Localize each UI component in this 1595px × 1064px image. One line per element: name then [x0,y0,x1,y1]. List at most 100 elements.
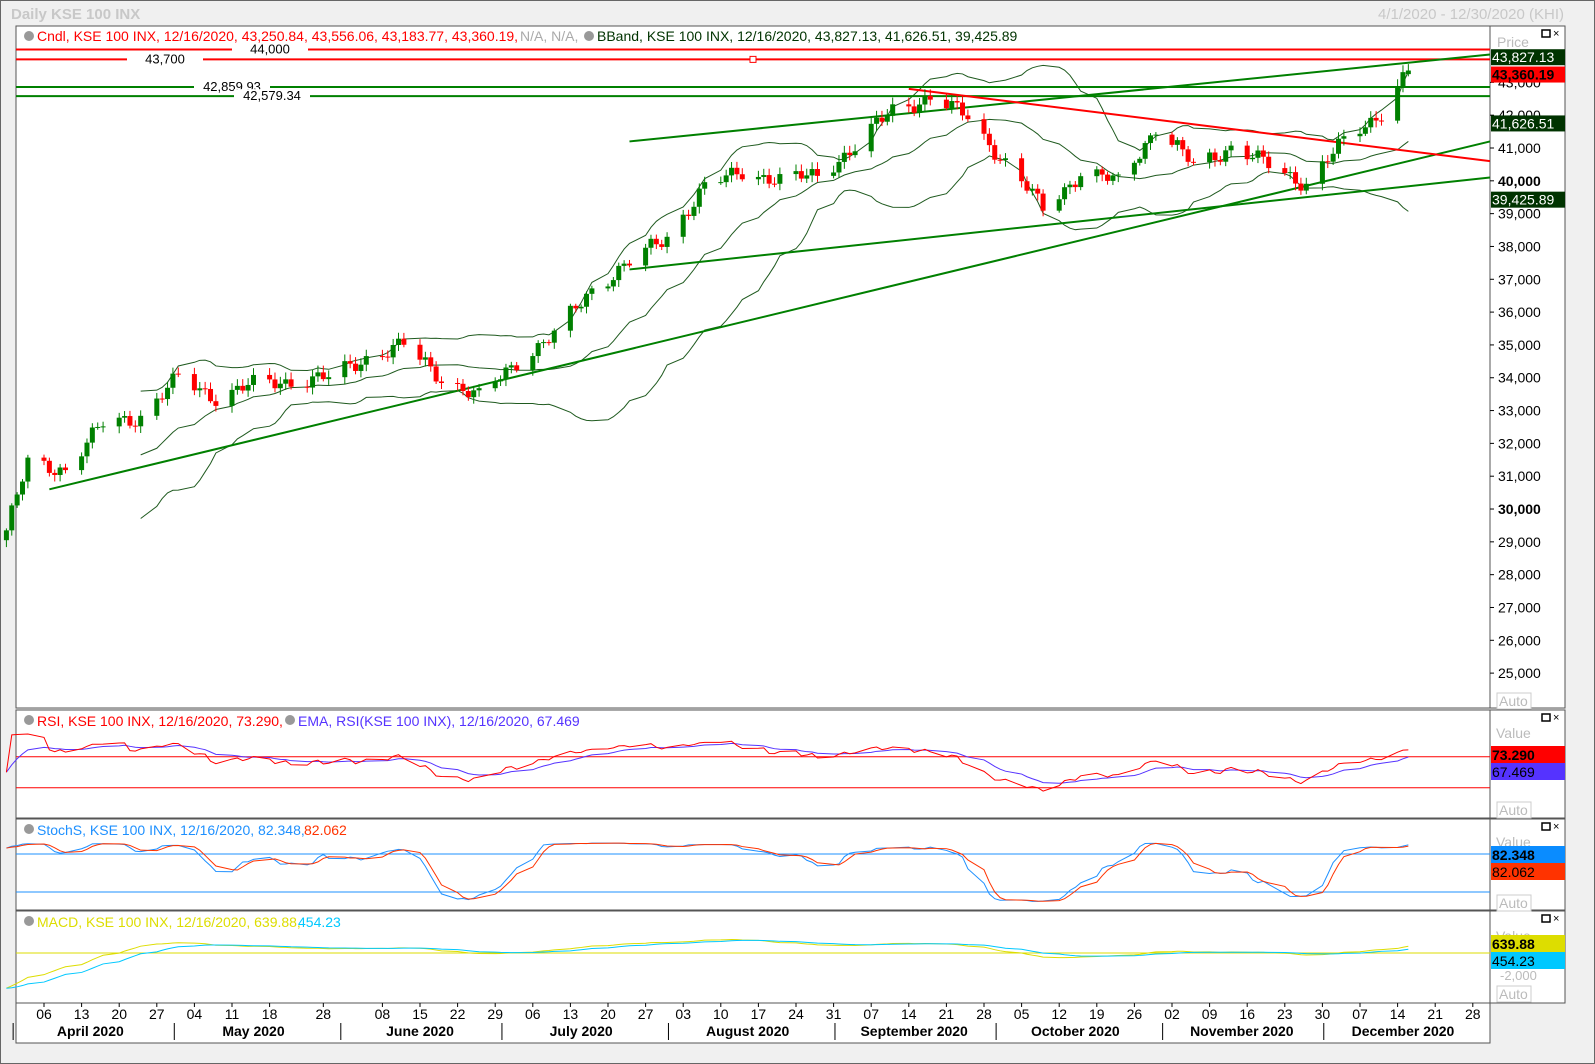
bb-upper-value: 43,827.13 [1492,49,1554,65]
candle-body [202,388,208,390]
candle-body [1040,193,1046,211]
x-tick-label: 27 [149,1006,165,1022]
candle-body [95,426,101,428]
candle-body [1137,158,1143,163]
candle-body [890,104,896,116]
candle-body [847,152,853,156]
candle-body [1185,149,1191,162]
candle-body [578,306,584,309]
close-icon[interactable]: × [1553,821,1559,833]
macd-signal-value: 454.23 [1492,953,1535,969]
auto-label[interactable]: Auto [1499,986,1528,1002]
candle-body [626,263,632,266]
close-icon[interactable]: × [1553,28,1559,40]
candle-body [240,385,246,391]
y-tick-label: 27,000 [1498,599,1541,615]
candle-body [1153,134,1159,136]
candle-body [729,167,735,176]
candle-body [57,467,63,475]
x-tick-label: 07 [863,1006,879,1022]
candle-body [723,175,729,183]
candle-body [798,171,804,179]
candle-body [589,288,595,294]
candle-body [1330,153,1336,162]
candle-body [949,101,955,109]
candle-body [943,99,949,109]
candle-body [84,442,90,457]
candle-body [197,388,203,391]
candle-body [326,377,332,380]
candle-body [1002,158,1008,160]
candle-body [1105,174,1111,181]
macd-value: 639.88 [1492,936,1535,952]
candle-body [874,117,880,124]
candle-body [1099,169,1105,175]
y-tick-label: 38,000 [1498,238,1541,254]
candle-body [605,286,611,289]
candle-body [648,238,654,248]
auto-label[interactable]: Auto [1499,693,1528,709]
candle-body [1115,174,1121,176]
x-tick-label: 09 [1202,1006,1218,1022]
x-tick-label: 30 [1315,1006,1331,1022]
x-tick-label: 20 [111,1006,127,1022]
candle-body [20,481,26,495]
candle-body [1250,157,1256,160]
price-axis-title: Price [1497,34,1529,50]
candle-body [438,381,444,383]
bb-mid-value: 41,626.51 [1492,115,1554,131]
month-label: September 2020 [860,1023,968,1039]
stoch-d-legend: 82.062 [304,822,347,838]
candle-body [772,183,778,185]
x-tick-label: 28 [316,1006,332,1022]
x-tick-label: 12 [1051,1006,1067,1022]
candle-body [508,365,514,368]
candle-body [992,145,998,160]
candle-body [1244,145,1250,160]
candle-body [417,344,423,360]
candle-body [1395,86,1401,121]
stoch-k-value: 82.348 [1492,847,1535,863]
candle-body [535,343,541,357]
candle-body [530,356,536,371]
candle-body [1190,161,1196,163]
close-icon[interactable]: × [1553,712,1559,724]
candle-body [390,344,396,358]
x-tick-label: 13 [74,1006,90,1022]
candle-body [911,106,917,113]
candle-body [132,425,138,427]
month-label: June 2020 [386,1023,454,1039]
candle-body [1298,183,1304,191]
candle-body [1266,156,1272,169]
candle-body [718,182,724,184]
candle-body [89,427,95,443]
macd-tick: -2,000 [1500,968,1537,983]
candle-body [766,175,772,184]
candle-body [1228,145,1234,151]
x-tick-label: 04 [187,1006,203,1022]
candle-legend: Cndl, KSE 100 INX, 12/16/2020, 43,250.84… [37,28,518,44]
candle-body [234,385,240,390]
candle-body [460,383,466,392]
y-tick-label: 36,000 [1498,304,1541,320]
x-tick-label: 03 [675,1006,691,1022]
candle-body [1400,72,1406,87]
y-tick-label: 31,000 [1498,468,1541,484]
y-tick-label: 40,000 [1498,173,1541,189]
auto-label[interactable]: Auto [1499,895,1528,911]
candle-body [283,379,289,384]
auto-label[interactable]: Auto [1499,802,1528,818]
candle-body [1341,136,1347,139]
candle-body [1169,134,1175,145]
candle-body [997,159,1003,161]
close-icon[interactable]: × [1553,913,1559,925]
candle-body [1212,152,1218,161]
y-tick-label: 33,000 [1498,403,1541,419]
candle-body [954,101,960,103]
candle-body [986,133,992,146]
candle-body [1078,176,1084,188]
chart-svg[interactable]: ××××44,00043,70042,859.9342,579.34Price4… [0,0,1595,1064]
candle-body [1405,70,1411,75]
candle-body [100,426,106,428]
x-tick-label: 27 [638,1006,654,1022]
